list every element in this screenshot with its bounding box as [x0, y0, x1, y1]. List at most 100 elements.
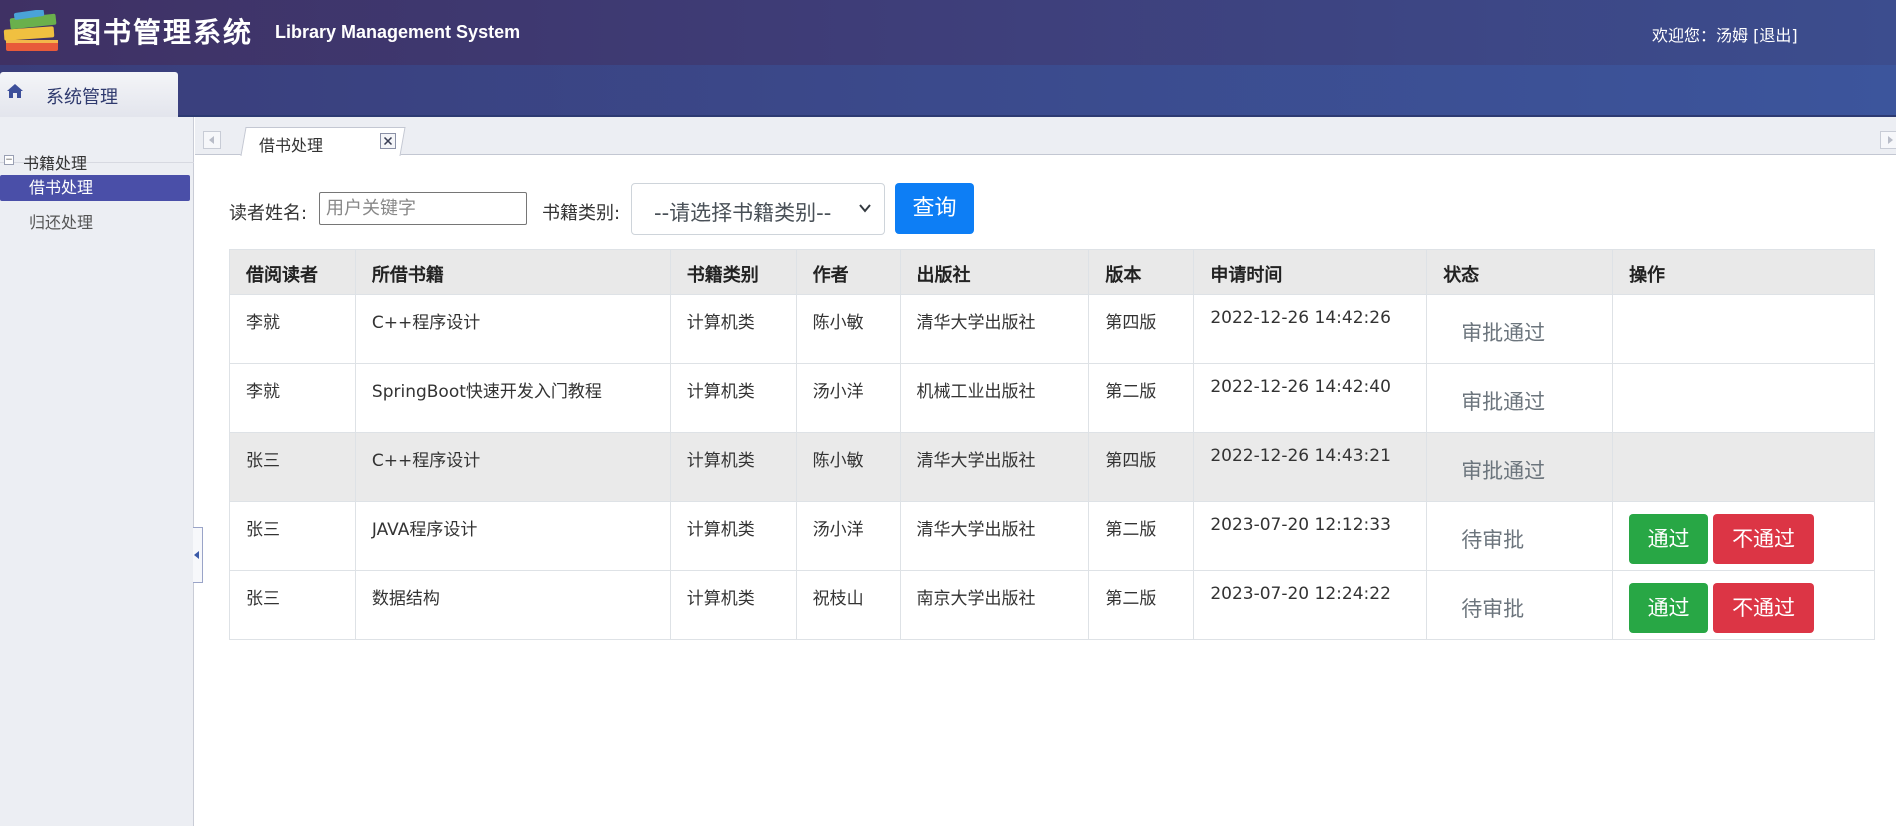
- reader-name-label: 读者姓名:: [229, 203, 308, 224]
- cell-category: 计算机类: [669, 432, 797, 502]
- cell-book: 数据结构: [354, 570, 671, 640]
- cell-operations: 通过 不通过: [1612, 570, 1875, 640]
- column-header: 所借书籍: [354, 249, 671, 295]
- cell-reader: 李就: [229, 363, 356, 433]
- cell-reader: 李就: [229, 294, 356, 364]
- sidebar-item-borrow[interactable]: 借书处理: [0, 175, 190, 201]
- tab-scroll-right-button[interactable]: [1880, 131, 1896, 149]
- table-header-row: 借阅读者 所借书籍 书籍类别 作者 出版社 版本 申请时间 状态 操作: [229, 249, 1875, 295]
- approve-button[interactable]: 通过: [1629, 514, 1709, 564]
- sidebar-collapse-handle[interactable]: [193, 527, 203, 583]
- user-area: 欢迎您：汤姆 [退出]: [1652, 22, 1798, 46]
- cell-author: 汤小洋: [795, 501, 901, 571]
- cell-edition: 第二版: [1088, 570, 1195, 640]
- cell-author: 祝枝山: [795, 570, 901, 640]
- cell-author: 陈小敏: [795, 294, 901, 364]
- cell-reader: 张三: [229, 432, 356, 502]
- reader-name-input[interactable]: [319, 192, 527, 225]
- cell-operations: 通过 不通过: [1612, 501, 1875, 571]
- cell-publisher: 机械工业出版社: [899, 363, 1090, 433]
- category-select-value: --请选择书籍类别--: [654, 201, 832, 225]
- cell-edition: 第二版: [1088, 501, 1195, 571]
- cell-time: 2022-12-26 14:43:21: [1193, 432, 1428, 502]
- collapse-icon[interactable]: −: [4, 155, 14, 165]
- cell-operations: [1612, 294, 1875, 364]
- cell-author: 汤小洋: [795, 363, 901, 433]
- table-row: 李就 SpringBoot快速开发入门教程 计算机类 汤小洋 机械工业出版社 第…: [229, 363, 1875, 433]
- column-header: 状态: [1426, 249, 1614, 295]
- query-button[interactable]: 查询: [895, 183, 974, 234]
- borrow-requests-table: 借阅读者 所借书籍 书籍类别 作者 出版社 版本 申请时间 状态 操作 李就 C…: [229, 249, 1875, 640]
- cell-reader: 张三: [229, 570, 356, 640]
- reject-button[interactable]: 不通过: [1713, 514, 1815, 564]
- cell-book: C++程序设计: [354, 294, 671, 364]
- cell-time: 2022-12-26 14:42:26: [1193, 294, 1428, 364]
- books-logo-icon: [3, 10, 58, 51]
- search-bar: 读者姓名: 书籍类别: --请选择书籍类别-- 查询: [229, 183, 1229, 235]
- cell-edition: 第二版: [1088, 363, 1195, 433]
- welcome-text: 欢迎您：汤姆: [1652, 26, 1749, 45]
- column-header: 作者: [795, 249, 901, 295]
- cell-publisher: 南京大学出版社: [899, 570, 1090, 640]
- cell-reader: 张三: [229, 501, 356, 571]
- sidebar-group-book-processing[interactable]: − 书籍处理: [0, 133, 194, 173]
- cell-category: 计算机类: [669, 501, 797, 571]
- sidebar-item-return[interactable]: 归还处理: [0, 210, 190, 236]
- column-header: 书籍类别: [669, 249, 797, 295]
- cell-status: 审批通过: [1426, 363, 1614, 433]
- cell-category: 计算机类: [669, 570, 797, 640]
- tab-label: 借书处理: [259, 136, 324, 155]
- cell-category: 计算机类: [669, 294, 797, 364]
- sidebar-group-label: 书籍处理: [23, 154, 88, 173]
- top-navbar: 系统管理: [0, 65, 1896, 119]
- cell-category: 计算机类: [669, 363, 797, 433]
- reject-button[interactable]: 不通过: [1713, 583, 1815, 633]
- arrow-left-icon: [209, 136, 214, 144]
- cell-book: C++程序设计: [354, 432, 671, 502]
- cell-status: 审批通过: [1426, 294, 1614, 364]
- column-header: 操作: [1612, 249, 1875, 295]
- table-row: 张三 JAVA程序设计 计算机类 汤小洋 清华大学出版社 第二版 2023-07…: [229, 501, 1875, 571]
- category-label: 书籍类别:: [542, 203, 621, 224]
- cell-time: 2023-07-20 12:12:33: [1193, 501, 1428, 571]
- cell-book: SpringBoot快速开发入门教程: [354, 363, 671, 433]
- sidebar: − 书籍处理 借书处理 归还处理: [0, 117, 194, 826]
- cell-author: 陈小敏: [795, 432, 901, 502]
- nav-tab-system-management[interactable]: 系统管理: [0, 72, 178, 119]
- logout-link[interactable]: [退出]: [1753, 26, 1798, 45]
- cell-status: 待审批: [1426, 570, 1614, 640]
- home-icon: [7, 84, 23, 98]
- column-header: 借阅读者: [229, 249, 356, 295]
- cell-status: 审批通过: [1426, 432, 1614, 502]
- table-row: 张三 数据结构 计算机类 祝枝山 南京大学出版社 第二版 2023-07-20 …: [229, 570, 1875, 640]
- arrow-right-icon: [1888, 136, 1893, 144]
- cell-book: JAVA程序设计: [354, 501, 671, 571]
- cell-operations: [1612, 432, 1875, 502]
- cell-edition: 第四版: [1088, 294, 1195, 364]
- close-icon[interactable]: [380, 133, 396, 149]
- cell-time: 2023-07-20 12:24:22: [1193, 570, 1428, 640]
- tab-strip: 借书处理: [195, 117, 1896, 156]
- chevron-down-icon: [859, 204, 871, 213]
- cell-operations: [1612, 363, 1875, 433]
- app-header: 图书管理系统 Library Management System 欢迎您：汤姆 …: [0, 0, 1896, 65]
- column-header: 申请时间: [1193, 249, 1428, 295]
- app-title: 图书管理系统: [73, 16, 254, 49]
- table-row: 李就 C++程序设计 计算机类 陈小敏 清华大学出版社 第四版 2022-12-…: [229, 294, 1875, 364]
- column-header: 版本: [1088, 249, 1195, 295]
- chevron-left-icon: [194, 551, 199, 559]
- category-select[interactable]: --请选择书籍类别--: [631, 183, 885, 235]
- nav-tab-label: 系统管理: [46, 87, 118, 108]
- approve-button[interactable]: 通过: [1629, 583, 1709, 633]
- column-header: 出版社: [899, 249, 1090, 295]
- cell-time: 2022-12-26 14:42:40: [1193, 363, 1428, 433]
- tab-scroll-left-button[interactable]: [203, 131, 221, 149]
- cell-publisher: 清华大学出版社: [899, 501, 1090, 571]
- cell-publisher: 清华大学出版社: [899, 294, 1090, 364]
- app-subtitle: Library Management System: [275, 22, 521, 42]
- table-row: 张三 C++程序设计 计算机类 陈小敏 清华大学出版社 第四版 2022-12-…: [229, 432, 1875, 502]
- tab-borrow[interactable]: 借书处理: [243, 127, 403, 156]
- cell-status: 待审批: [1426, 501, 1614, 571]
- cell-publisher: 清华大学出版社: [899, 432, 1090, 502]
- cell-edition: 第四版: [1088, 432, 1195, 502]
